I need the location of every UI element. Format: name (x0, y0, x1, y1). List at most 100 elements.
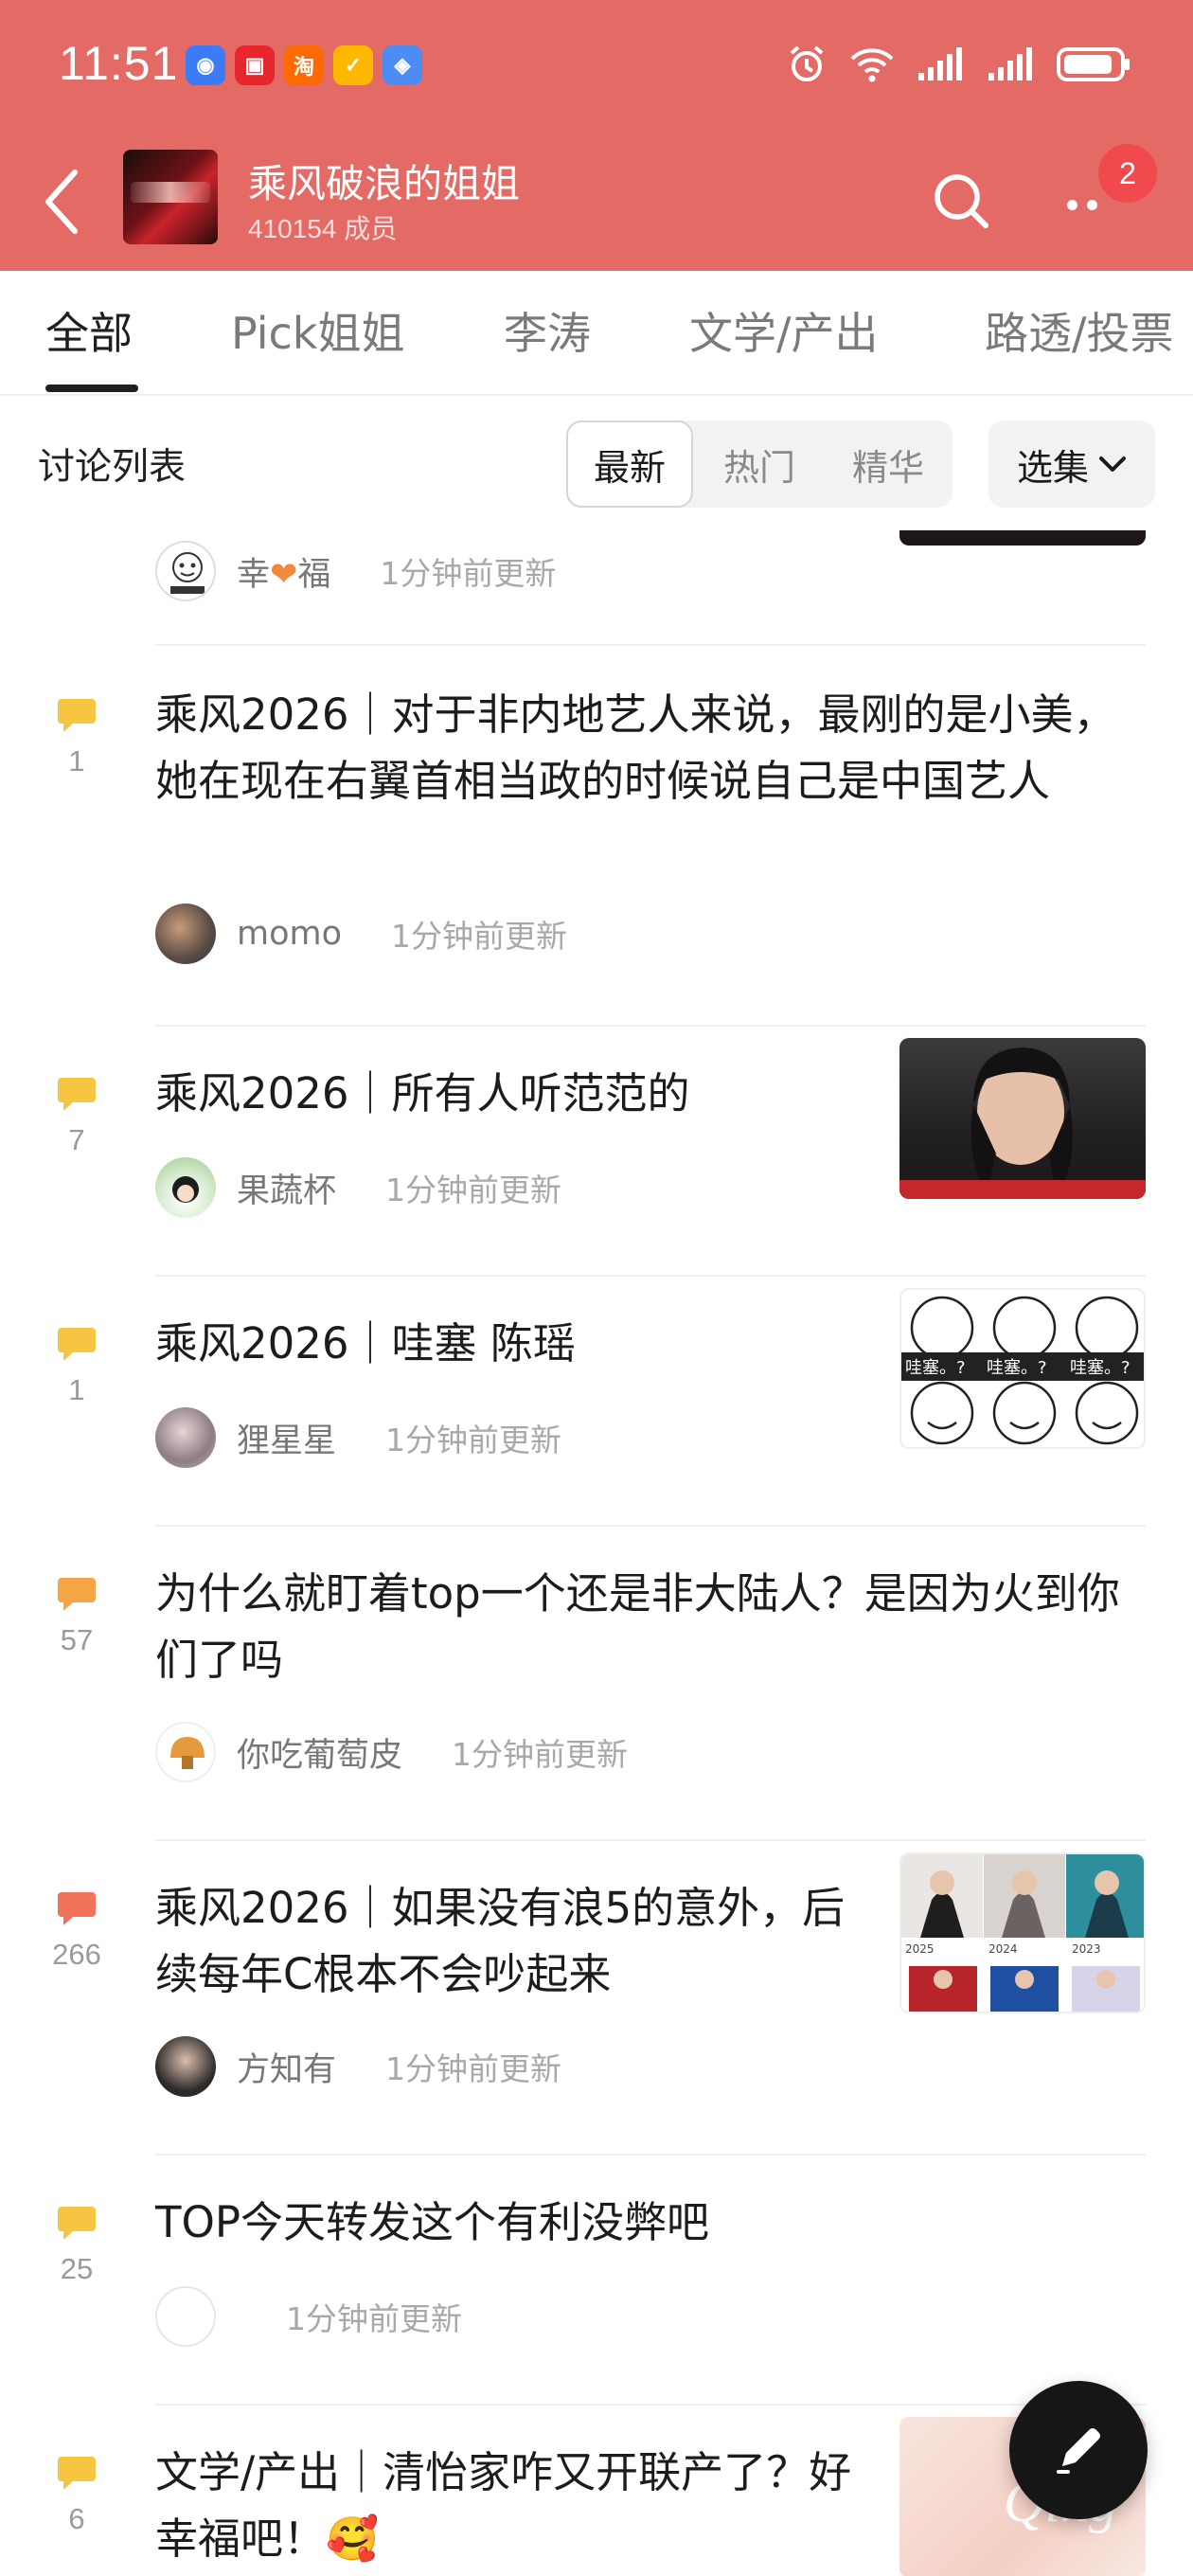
status-time: 11:51 (59, 37, 179, 90)
photos-app-icon: ◈ (383, 45, 422, 85)
thumb-year-1: 2025 (905, 1942, 935, 1956)
thumb-caption-3: 哇塞。? (1070, 1358, 1131, 1378)
update-time: 1分钟前更新 (385, 1422, 562, 1458)
tab-all[interactable]: 全部 (45, 299, 133, 362)
taobao-app-icon: 淘 (284, 45, 324, 85)
comment-icon (58, 699, 96, 732)
post-title[interactable]: 乘风2026｜如果没有浪5的意外，后续每年C根本不会吵起来 (155, 1875, 875, 2008)
list-item[interactable]: 7 乘风2026｜所有人听范范的 果蔬杯 1分钟前更新 (0, 1025, 1193, 1277)
sort-hot-button[interactable]: 热门 (695, 420, 824, 508)
sort-segmented-control: 最新 热门 精华 (566, 420, 953, 508)
sort-featured-button[interactable]: 精华 (824, 420, 953, 508)
category-tabs: 全部 Pick姐姐 李涛 文学/产出 路透/投票 (0, 271, 1193, 396)
post-meta: 你吃葡萄皮 1分钟前更新 (155, 1722, 628, 1782)
chevron-left-icon (45, 170, 78, 234)
tab-pick-sisters[interactable]: Pick姐姐 (231, 299, 404, 362)
collection-dropdown[interactable]: 选集 (988, 420, 1155, 508)
signal-icon-2 (988, 47, 1032, 80)
back-button[interactable] (28, 159, 95, 244)
post-meta: 方知有 1分钟前更新 (155, 2036, 561, 2097)
notification-icons: ◉ ▣ 淘 ✓ ◈ (186, 45, 422, 85)
list-item[interactable]: 幸❤福 1分钟前更新 (0, 530, 1193, 646)
battery-icon (1057, 47, 1130, 81)
tab-literature[interactable]: 文学/产出 (689, 299, 879, 362)
thumb-year-3: 2023 (1072, 1942, 1101, 1956)
post-thumbnail[interactable] (899, 1038, 1146, 1199)
list-item[interactable]: 266 乘风2026｜如果没有浪5的意外，后续每年C根本不会吵起来 方知有 1分… (0, 1839, 1193, 2156)
notification-badge: 2 (1098, 144, 1157, 203)
group-member-count: 410154 成员 (248, 214, 398, 243)
update-time: 1分钟前更新 (380, 555, 557, 592)
post-thumbnail (899, 530, 1146, 546)
avatar[interactable] (155, 903, 216, 964)
news-app-icon: ▣ (235, 45, 275, 85)
compose-post-button[interactable] (1009, 2381, 1148, 2519)
comment-count: 1 (55, 697, 98, 778)
author-name[interactable]: 幸❤福 (237, 547, 330, 596)
avatar[interactable] (155, 1722, 216, 1782)
wifi-icon (850, 48, 894, 82)
system-status-icons (786, 44, 1132, 85)
post-meta: 果蔬杯 1分钟前更新 (155, 1157, 561, 1218)
group-avatar[interactable] (123, 150, 218, 244)
avatar[interactable] (155, 2286, 216, 2347)
update-time: 1分钟前更新 (452, 1736, 629, 1773)
avatar[interactable] (155, 541, 216, 601)
signal-icon (918, 47, 962, 80)
update-time: 1分钟前更新 (385, 2050, 562, 2087)
more-icon (1067, 199, 1097, 210)
search-icon (935, 174, 988, 228)
tab-paparazzi-vote[interactable]: 路透/投票 (985, 299, 1174, 362)
group-nav-bar: 乘风破浪的姐姐 410154 成员 2 (0, 133, 1193, 271)
update-time: 1分钟前更新 (385, 1172, 562, 1208)
active-tab-indicator (45, 385, 138, 392)
search-button[interactable] (923, 163, 999, 239)
post-meta: momo 1分钟前更新 (155, 903, 567, 964)
comment-icon (58, 2457, 96, 2490)
avatar[interactable] (155, 1157, 216, 1218)
sort-newest-button[interactable]: 最新 (566, 420, 693, 508)
post-meta: 狸星星 1分钟前更新 (155, 1407, 561, 1468)
post-title[interactable]: 乘风2026｜哇塞 陈瑶 (155, 1311, 875, 1377)
post-title[interactable]: 文学/产出｜清怡家咋又开联产了？好幸福吧！🥰 (155, 2440, 875, 2572)
list-item[interactable]: 1 乘风2026｜对于非内地艺人来说，最刚的是小美，她在现在右翼首相当政的时候说… (0, 646, 1193, 1027)
sort-bar: 讨论列表 最新 热门 精华 选集 (0, 398, 1193, 530)
thumb-caption-2: 哇塞。? (987, 1358, 1047, 1378)
author-name[interactable]: 果蔬杯 (237, 1164, 336, 1212)
comment-count: 266 (52, 1890, 101, 1972)
avatar[interactable] (155, 2036, 216, 2097)
comment-icon (58, 1578, 96, 1611)
comment-count: 57 (55, 1576, 98, 1657)
group-title: 乘风破浪的姐姐 (248, 161, 520, 206)
discussion-list: 幸❤福 1分钟前更新 1 乘风2026｜对于非内地艺人来说，最刚的是小美，她在现… (0, 530, 1193, 2576)
comment-count: 25 (55, 2205, 98, 2286)
post-thumbnail[interactable]: 哇塞。? 哇塞。? 哇塞。? (899, 1288, 1146, 1449)
thumb-year-2: 2024 (988, 1942, 1018, 1956)
tab-li-tao[interactable]: 李涛 (504, 299, 591, 362)
comment-icon (58, 2207, 96, 2240)
post-title[interactable]: 为什么就盯着top一个还是非大陆人？是因为火到你们了吗 (155, 1561, 1146, 1693)
author-name[interactable]: momo (237, 915, 342, 953)
post-title[interactable]: TOP今天转发这个有利没弊吧 (155, 2190, 1146, 2256)
list-item[interactable]: 1 乘风2026｜哇塞 陈瑶 狸星星 1分钟前更新 哇塞。? 哇塞。? 哇塞。? (0, 1275, 1193, 1527)
browser-app-icon: ◉ (186, 45, 225, 85)
avatar[interactable] (155, 1407, 216, 1468)
author-name[interactable]: 你吃葡萄皮 (237, 1728, 402, 1777)
pencil-icon (1057, 2428, 1100, 2474)
thumb-caption-1: 哇塞。? (905, 1358, 966, 1378)
wallet-app-icon: ✓ (333, 45, 373, 85)
post-title[interactable]: 乘风2026｜所有人听范范的 (155, 1061, 875, 1127)
alarm-icon (790, 45, 824, 81)
update-time: 1分钟前更新 (286, 2300, 462, 2337)
list-item[interactable]: 25 TOP今天转发这个有利没弊吧 1分钟前更新 (0, 2154, 1193, 2406)
status-bar: 11:51 ◉ ▣ 淘 ✓ ◈ (0, 0, 1193, 133)
list-item[interactable]: 57 为什么就盯着top一个还是非大陆人？是因为火到你们了吗 你吃葡萄皮 1分钟… (0, 1525, 1193, 1841)
post-meta: 1分钟前更新 (155, 2286, 462, 2347)
collection-label: 选集 (1016, 446, 1089, 489)
comment-icon (58, 1078, 96, 1111)
post-title[interactable]: 乘风2026｜对于非内地艺人来说，最刚的是小美，她在现在右翼首相当政的时候说自己… (155, 682, 1146, 814)
post-thumbnail[interactable]: 2025 2024 2023 (899, 1852, 1146, 2013)
author-name[interactable]: 方知有 (237, 2043, 336, 2091)
update-time: 1分钟前更新 (391, 918, 568, 955)
author-name[interactable]: 狸星星 (237, 1414, 336, 1462)
